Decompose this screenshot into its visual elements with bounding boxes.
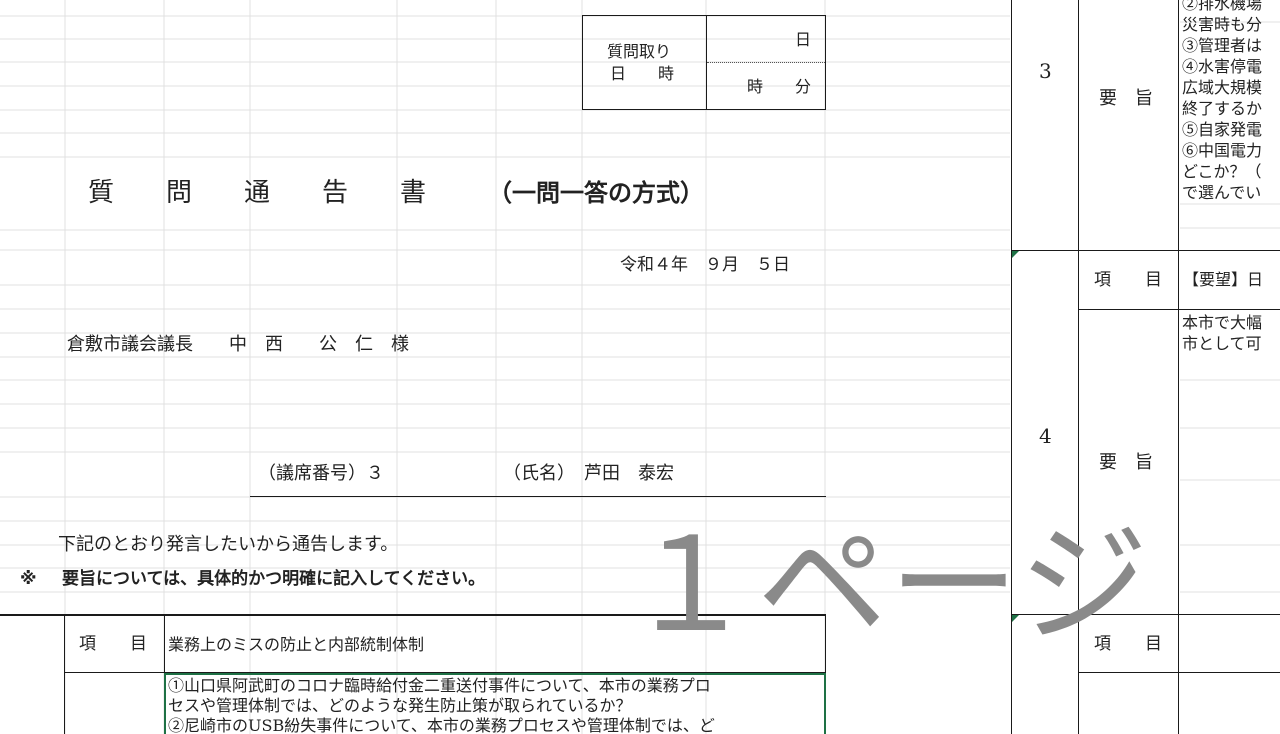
question-number-4: 4 <box>1039 424 1052 448</box>
row3-summary-line: ⑥中国電力 <box>1182 141 1263 160</box>
question-number-3: 3 <box>1039 59 1052 83</box>
summary-label-3: 要 旨 <box>1099 88 1153 109</box>
document-title: 質 問 通 告 書 <box>88 178 427 208</box>
row4-summary-line: 本市で大幅 <box>1182 313 1263 332</box>
document-title-suffix: （一問一答の方式） <box>488 179 704 207</box>
receipt-label-line2: 日 時 <box>610 64 675 83</box>
item-value-4[interactable]: 【要望】日 <box>1183 272 1263 288</box>
row4-summary-line: 市として可 <box>1182 334 1262 353</box>
summary-label-4: 要 旨 <box>1099 452 1153 473</box>
row3-summary-line: ④水害停電 <box>1182 57 1263 76</box>
receipt-day-unit: 日 <box>795 30 812 49</box>
notice-mark: ※ <box>20 569 37 589</box>
cell-comment-marker <box>1012 251 1019 258</box>
row3-summary-line: 広域大規模 <box>1182 78 1263 97</box>
member-name: （氏名） 芦田 泰宏 <box>503 463 674 484</box>
right-row3-bottom <box>1011 250 1280 251</box>
row3-summary-line: 終了するか <box>1182 99 1263 118</box>
right-row5-item-bottom <box>1078 672 1280 673</box>
row3-summary-line: ⑤自家発電 <box>1182 120 1263 139</box>
row3-summary-line: ②排水機場 <box>1182 0 1263 13</box>
item-value[interactable]: 業務上のミスの防止と内部統制体制 <box>168 637 424 653</box>
row3-summary-line: どこか？（ <box>1182 162 1262 181</box>
row4-summary-text[interactable]: 本市で大幅 市として可 <box>1182 312 1280 354</box>
spreadsheet-page: 質問取り 日 時 日 時 分 質 問 通 告 書 （一問一答の方式） 令和４年 … <box>0 0 1280 734</box>
right-row4-item-bottom <box>1078 309 1280 310</box>
seat-number: （議席番号）３ <box>258 463 384 484</box>
summary-line-3: ②尼崎市のUSB紛失事件について、本市の業務プロセスや管理体制では、ど <box>168 716 715 734</box>
table-left-border <box>64 614 65 734</box>
item-label: 項 目 <box>79 634 147 654</box>
receipt-label-line1: 質問取り <box>607 42 672 61</box>
row3-summary-line: 災害時も分 <box>1182 15 1263 34</box>
signature-underline <box>250 496 826 497</box>
document-date: 令和４年 ９月 ５日 <box>620 255 790 275</box>
right-table-divider-2 <box>1178 0 1179 734</box>
receipt-dotted-line <box>707 62 825 63</box>
page-number-watermark: １ページ <box>625 509 1151 661</box>
receipt-time-units: 時 分 <box>747 77 812 96</box>
summary-line-1: ①山口県阿武町のコロナ臨時給付金二重送付事件について、本市の業務プロ <box>168 676 711 695</box>
notice-instruction: 要旨については、具体的かつ明確に記入してください。 <box>62 569 486 589</box>
row3-summary-line: ③管理者は <box>1182 36 1263 55</box>
row3-summary-text[interactable]: ②排水機場 災害時も分 ③管理者は ④水害停電 広域大規模 終了するか ⑤自家発… <box>1182 0 1280 203</box>
notice-line: 下記のとおり発言したいから通告します。 <box>58 534 399 555</box>
row3-summary-line: で選んでい <box>1182 183 1262 202</box>
summary-line-2: セスや管理体制では、どのような発生防止策が取られているか？ <box>168 696 632 715</box>
item-label-4: 項 目 <box>1094 270 1162 290</box>
addressee: 倉敷市議会議長 中 西 公 仁 様 <box>67 334 409 355</box>
